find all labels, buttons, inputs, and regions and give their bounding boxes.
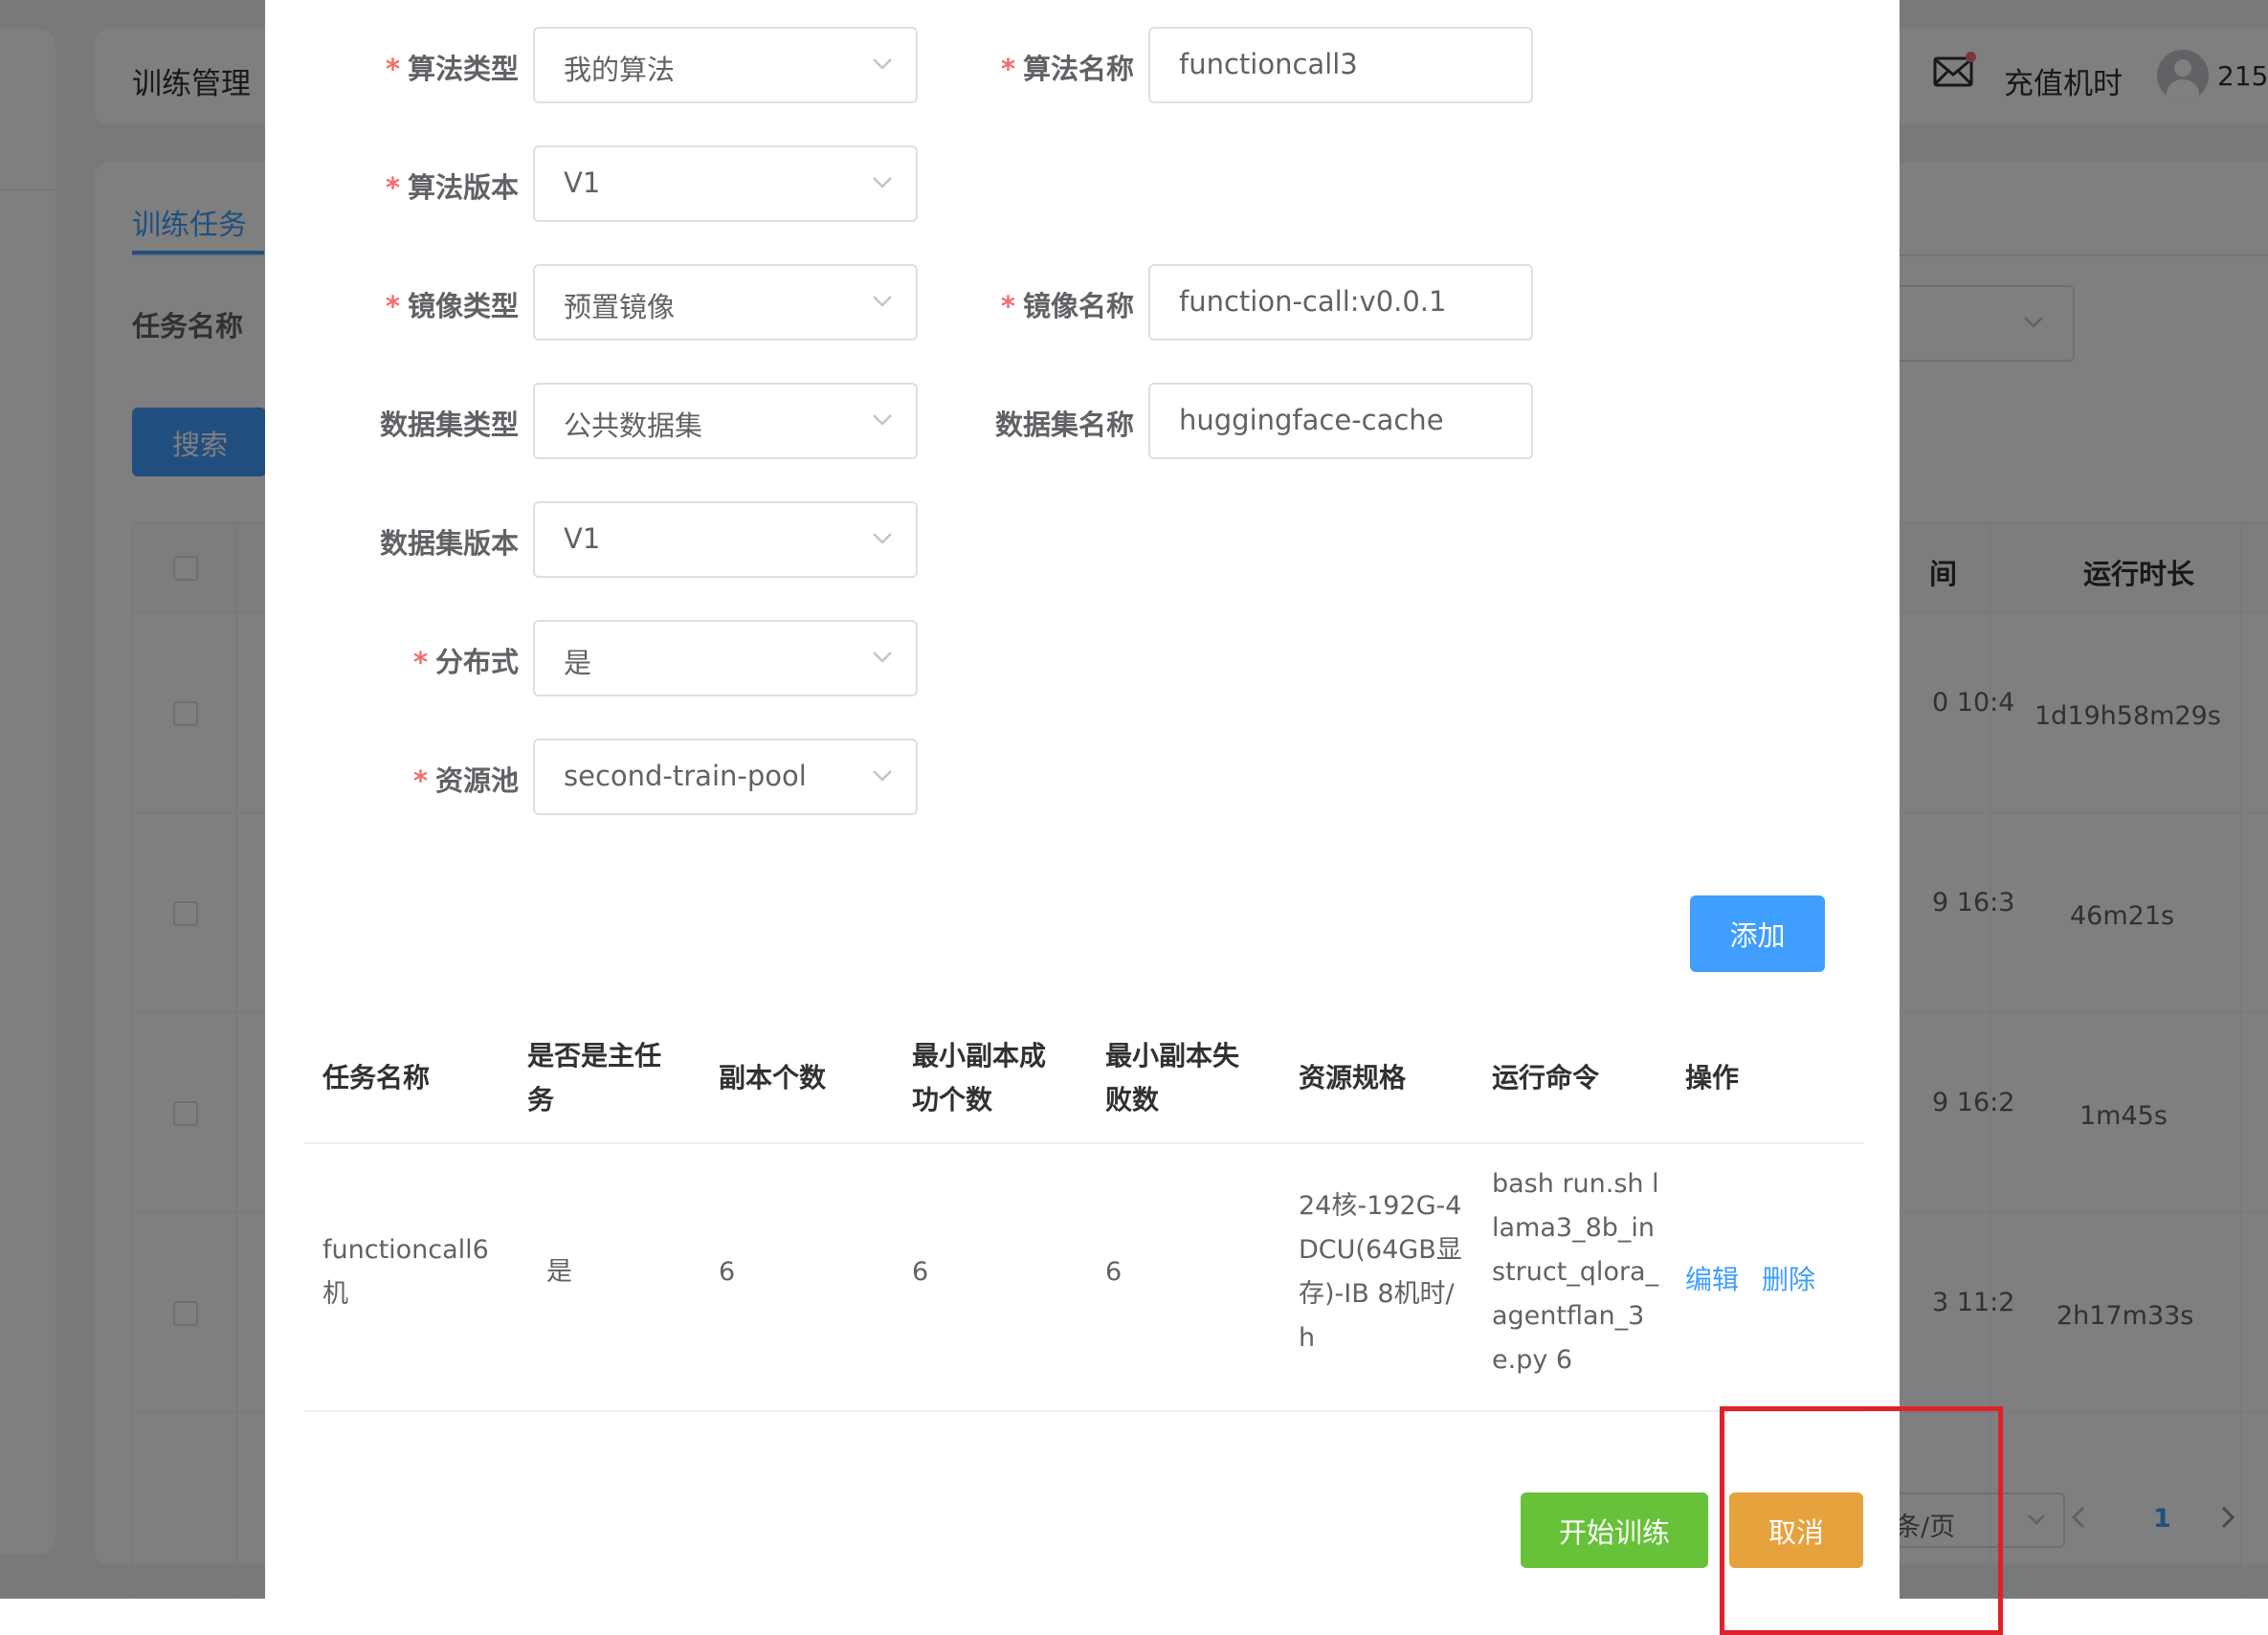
image-name-label: * 镜像名称 xyxy=(1000,290,1134,322)
dataset-type-select[interactable]: 公共数据集 xyxy=(533,383,918,459)
algo-version-select[interactable]: V1 xyxy=(533,145,918,222)
cell-spec: 24核-192G-4 DCU(64GB显 存)-IB 8机时/h xyxy=(1299,1191,1462,1353)
column-header-spec: 资源规格 xyxy=(1299,1062,1407,1094)
resource-pool-select[interactable]: second-train-pool xyxy=(533,739,918,815)
row-divider xyxy=(303,1410,1863,1412)
chevron-down-icon xyxy=(873,770,892,782)
highlight-box xyxy=(1720,1406,2003,1635)
algo-version-value: V1 xyxy=(564,166,601,199)
cell-replicas: 6 xyxy=(719,1257,736,1287)
dataset-version-label: 数据集版本 xyxy=(379,527,519,560)
delete-link[interactable]: 删除 xyxy=(1762,1259,1815,1297)
column-header-min-fail: 最小副本失 败数 xyxy=(1105,1040,1240,1116)
chevron-down-icon xyxy=(873,533,892,544)
image-type-select[interactable]: 预置镜像 xyxy=(533,264,918,341)
add-task-button[interactable]: 添加 xyxy=(1690,895,1825,972)
column-header-replicas: 副本个数 xyxy=(719,1062,827,1094)
image-name-input[interactable]: function-call:v0.0.1 xyxy=(1148,264,1533,341)
image-type-value: 预置镜像 xyxy=(564,291,676,323)
dataset-version-select[interactable]: V1 xyxy=(533,501,918,578)
column-header-actions: 操作 xyxy=(1685,1062,1740,1094)
chevron-down-icon xyxy=(873,652,892,663)
sub-task-table: 任务名称 是否是主任务 副本个数 最小副本成 功个数 最小副本失 败数 资源规格 运… xyxy=(303,1005,1863,1416)
dataset-name-label: 数据集名称 xyxy=(994,409,1134,441)
algo-type-select[interactable]: 我的算法 xyxy=(533,27,918,103)
cell-command: bash run.sh l lama3_8b_in struct_qlora_ age… xyxy=(1492,1169,1659,1375)
column-header-is-main: 是否是主任务 xyxy=(527,1040,662,1116)
image-type-label: * 镜像类型 xyxy=(385,290,519,322)
distributed-label: * 分布式 xyxy=(412,646,519,678)
header-divider xyxy=(303,1142,1863,1144)
algo-type-label: * 算法类型 xyxy=(385,53,519,85)
cell-is-main: 是 xyxy=(546,1257,572,1287)
dataset-type-label: 数据集类型 xyxy=(379,409,519,441)
resource-pool-label: * 资源池 xyxy=(412,764,519,797)
algo-version-label: * 算法版本 xyxy=(385,171,519,204)
resource-pool-value: second-train-pool xyxy=(564,760,807,792)
algo-name-label: * 算法名称 xyxy=(1000,53,1134,85)
chevron-down-icon xyxy=(873,177,892,188)
cell-task-name: functioncall6 机 xyxy=(322,1235,489,1309)
start-training-button[interactable]: 开始训练 xyxy=(1521,1492,1708,1568)
distributed-value: 是 xyxy=(564,647,592,679)
dataset-version-value: V1 xyxy=(564,522,601,555)
cell-min-fail: 6 xyxy=(1105,1257,1123,1287)
algo-name-value: functioncall3 xyxy=(1179,48,1358,80)
dataset-name-value: huggingface-cache xyxy=(1179,404,1444,436)
distributed-select[interactable]: 是 xyxy=(533,620,918,696)
dataset-type-value: 公共数据集 xyxy=(564,409,703,442)
column-header-min-success: 最小副本成 功个数 xyxy=(912,1040,1047,1116)
dataset-name-input[interactable]: huggingface-cache xyxy=(1148,383,1533,459)
column-header-command: 运行命令 xyxy=(1492,1062,1600,1094)
image-name-value: function-call:v0.0.1 xyxy=(1179,285,1447,318)
algo-name-input[interactable]: functioncall3 xyxy=(1148,27,1533,103)
algo-type-value: 我的算法 xyxy=(564,54,676,86)
cell-min-success: 6 xyxy=(912,1257,929,1287)
create-task-dialog: * 算法类型 我的算法 * 算法名称 functioncall3 * 算法版本 V1 … xyxy=(265,0,2003,1635)
edit-link[interactable]: 编辑 xyxy=(1685,1259,1739,1297)
column-header-name: 任务名称 xyxy=(322,1062,431,1094)
